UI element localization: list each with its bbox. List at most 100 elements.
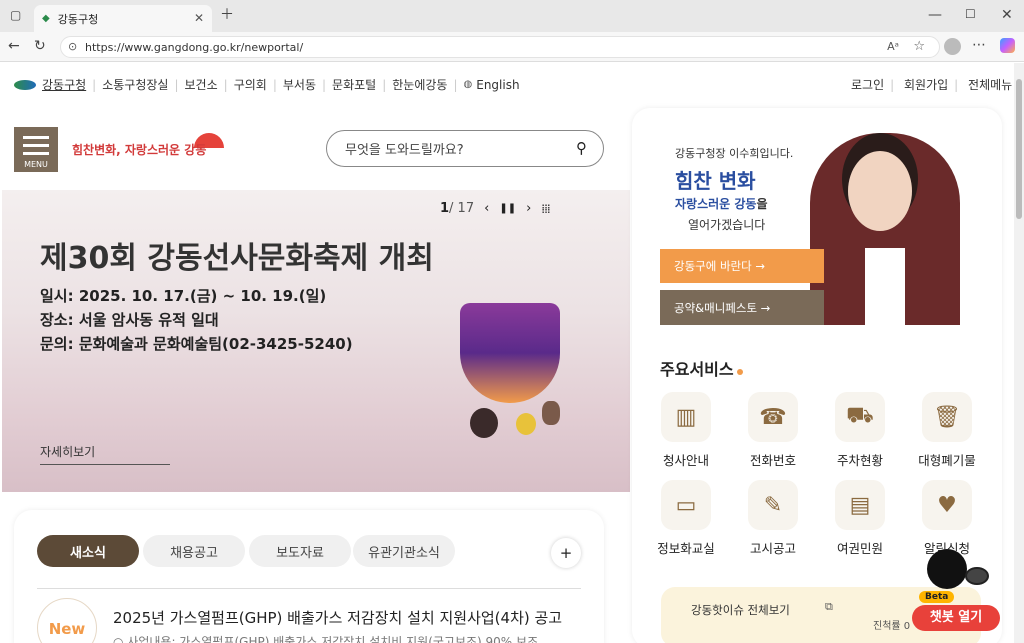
search-placeholder: 무엇을 도와드릴까요? bbox=[345, 143, 464, 158]
browser-tab[interactable]: ◆ 강동구청 ✕ bbox=[34, 5, 212, 32]
favorite-star-icon[interactable]: ☆ bbox=[913, 39, 925, 54]
close-tab-icon[interactable]: ✕ bbox=[194, 11, 204, 25]
plus-icon: + bbox=[559, 544, 573, 562]
browser-tabbar: ▢ ◆ 강동구청 ✕ ＋ — ☐ ✕ bbox=[0, 0, 1024, 32]
service-waste[interactable]: 🗑 대형폐기물 bbox=[907, 392, 987, 469]
util-link-dept[interactable]: 부서동 bbox=[283, 76, 316, 93]
maximize-icon[interactable]: ☐ bbox=[965, 8, 976, 20]
grid-view-icon[interactable]: ⁞⁞⁞ bbox=[541, 202, 551, 216]
banner-pager: 1/ 17 ‹ ❚❚ › ⁞⁞⁞ bbox=[440, 201, 551, 216]
close-window-icon[interactable]: ✕ bbox=[1001, 8, 1013, 22]
util-link-mayor[interactable]: 소통구청장실 bbox=[102, 76, 168, 93]
hot-issue-sub: 진척률 0 bbox=[873, 621, 911, 632]
mayor-intro: 강동구청장 이수희입니다. bbox=[675, 147, 794, 160]
hot-issue-title: 강동핫이슈 전체보기 bbox=[691, 603, 790, 617]
building-icon: ▥ bbox=[661, 392, 711, 442]
banner-title: 제30회 강동선사문화축제 개최 bbox=[40, 241, 434, 276]
banner-more-link[interactable]: 자세히보기 bbox=[40, 443, 170, 465]
phone-icon: ☎ bbox=[748, 392, 798, 442]
hamburger-icon bbox=[23, 136, 49, 139]
mayor-slogan2: 자랑스러운 강동 bbox=[675, 197, 757, 211]
wish-button[interactable]: 강동구에 바란다 → bbox=[660, 249, 824, 283]
site-logo[interactable]: 힘찬변화, 자랑스러운 강동 bbox=[72, 127, 232, 171]
back-icon[interactable]: ← bbox=[8, 39, 20, 53]
notice-icon: ✎ bbox=[748, 480, 798, 530]
external-link-icon: ⧉ bbox=[825, 600, 833, 613]
trash-icon: 🗑 bbox=[922, 392, 972, 442]
tab-jobs[interactable]: 채용공고 bbox=[143, 535, 245, 567]
prev-slide-icon[interactable]: ‹ bbox=[484, 201, 489, 216]
mayor-photo bbox=[810, 133, 960, 325]
logo-text: 힘찬변화, 자랑스러운 강동 bbox=[72, 143, 207, 157]
utility-nav-right: 로그인 | 회원가입 | 전체메뉴 bbox=[851, 78, 1013, 92]
news-divider bbox=[37, 588, 581, 589]
service-it-class[interactable]: ▭ 정보화교실 bbox=[646, 480, 726, 557]
menu-button[interactable]: MENU bbox=[14, 127, 58, 172]
megaphone-icon bbox=[965, 567, 989, 585]
util-link-overview[interactable]: 한눈에강동 bbox=[392, 76, 447, 93]
util-link-english[interactable]: English bbox=[476, 78, 519, 92]
services-title: 주요서비스 bbox=[660, 356, 743, 380]
minimize-icon[interactable]: — bbox=[928, 8, 942, 22]
chatbot-label: 챗봇 열기 bbox=[912, 605, 1000, 631]
tab-actions-icon[interactable]: ▢ bbox=[10, 9, 21, 21]
service-parking[interactable]: ⛟ 주차현황 bbox=[820, 392, 900, 469]
news-more-button[interactable]: + bbox=[551, 538, 581, 568]
service-phone[interactable]: ☎ 전화번호 bbox=[733, 392, 813, 469]
read-aloud-icon[interactable]: Aᵃ bbox=[887, 40, 899, 53]
fullmenu-link[interactable]: 전체메뉴 bbox=[968, 78, 1012, 92]
service-building[interactable]: ▥ 청사안내 bbox=[646, 392, 726, 469]
new-tab-icon[interactable]: ＋ bbox=[220, 8, 234, 22]
address-bar-area: ← ↻ ⊙ https://www.gangdong.go.kr/newport… bbox=[0, 32, 1024, 62]
menu-label: MENU bbox=[24, 160, 48, 169]
login-link[interactable]: 로그인 bbox=[851, 78, 884, 92]
favicon-icon: ◆ bbox=[42, 13, 50, 24]
tab-title: 강동구청 bbox=[57, 12, 99, 26]
pager-current: 1 bbox=[440, 201, 450, 216]
search-input[interactable]: 무엇을 도와드릴까요? ⚲ bbox=[326, 130, 604, 167]
tab-agency[interactable]: 유관기관소식 bbox=[353, 535, 455, 567]
tab-press[interactable]: 보도자료 bbox=[249, 535, 351, 567]
character-icon bbox=[470, 408, 498, 438]
util-link-gangdong[interactable]: 강동구청 bbox=[42, 76, 86, 93]
scrollbar-thumb[interactable] bbox=[1016, 79, 1022, 219]
signup-link[interactable]: 회원가입 bbox=[904, 78, 948, 92]
tab-news[interactable]: 새소식 bbox=[37, 535, 139, 567]
util-link-culture[interactable]: 문화포털 bbox=[332, 76, 376, 93]
more-options-icon[interactable]: ⋯ bbox=[972, 38, 986, 52]
title-dot-icon bbox=[736, 369, 743, 375]
pager-total: / 17 bbox=[449, 201, 475, 216]
globe-icon: ◍ bbox=[463, 79, 473, 90]
web-page: 강동구청 | 소통구청장실 | 보건소 | 구의회 | 부서동 | 문화포털 | 한눈에강동… bbox=[0, 63, 1014, 643]
page-scrollbar[interactable] bbox=[1014, 63, 1024, 643]
banner-date: 일시: 2025. 10. 17.(금) ~ 10. 19.(일) bbox=[40, 287, 327, 305]
url-field[interactable]: ⊙ https://www.gangdong.go.kr/newportal/ … bbox=[60, 36, 940, 58]
banner-place: 장소: 서울 암사동 유적 일대 bbox=[40, 311, 219, 329]
next-slide-icon[interactable]: › bbox=[526, 201, 531, 216]
util-link-health[interactable]: 보건소 bbox=[185, 76, 218, 93]
computer-icon: ▭ bbox=[661, 480, 711, 530]
util-link-council[interactable]: 구의회 bbox=[234, 76, 267, 93]
pause-icon[interactable]: ❚❚ bbox=[499, 203, 516, 214]
festival-illustration bbox=[420, 303, 600, 463]
mayor-face bbox=[848, 151, 912, 231]
service-passport[interactable]: ▤ 여권민원 bbox=[820, 480, 900, 557]
mayor-card: 강동구청장 이수희입니다. 힘찬 변화 자랑스러운 강동을 열어가겠습니다 강동… bbox=[660, 125, 966, 325]
service-notice[interactable]: ✎ 고시공고 bbox=[733, 480, 813, 557]
manifesto-button[interactable]: 공약&매니페스토 → bbox=[660, 290, 824, 325]
site-info-icon[interactable]: ⊙ bbox=[68, 40, 77, 53]
news-headline[interactable]: 2025년 가스열펌프(GHP) 배출가스 저감장치 설치 지원사업(4차) 공… bbox=[113, 607, 562, 628]
passport-icon: ▤ bbox=[835, 480, 885, 530]
mayor-slogan1: 힘찬 변화 bbox=[675, 169, 756, 193]
car-icon: ⛟ bbox=[835, 392, 885, 442]
chatbot-mascot-icon bbox=[927, 549, 967, 589]
profile-icon[interactable] bbox=[944, 38, 961, 55]
chatbot-beta-badge: Beta bbox=[919, 591, 955, 603]
reload-icon[interactable]: ↻ bbox=[34, 39, 46, 53]
chatbot-button[interactable]: Beta 챗봇 열기 bbox=[911, 549, 1003, 633]
service-alert[interactable]: ♥ 알림신청 bbox=[907, 480, 987, 557]
utility-nav-left: 강동구청 | 소통구청장실 | 보건소 | 구의회 | 부서동 | 문화포털 | 한눈에강동… bbox=[14, 76, 520, 93]
copilot-icon[interactable] bbox=[1000, 38, 1015, 53]
search-icon[interactable]: ⚲ bbox=[576, 139, 587, 157]
wish-icon: ♥ bbox=[922, 480, 972, 530]
